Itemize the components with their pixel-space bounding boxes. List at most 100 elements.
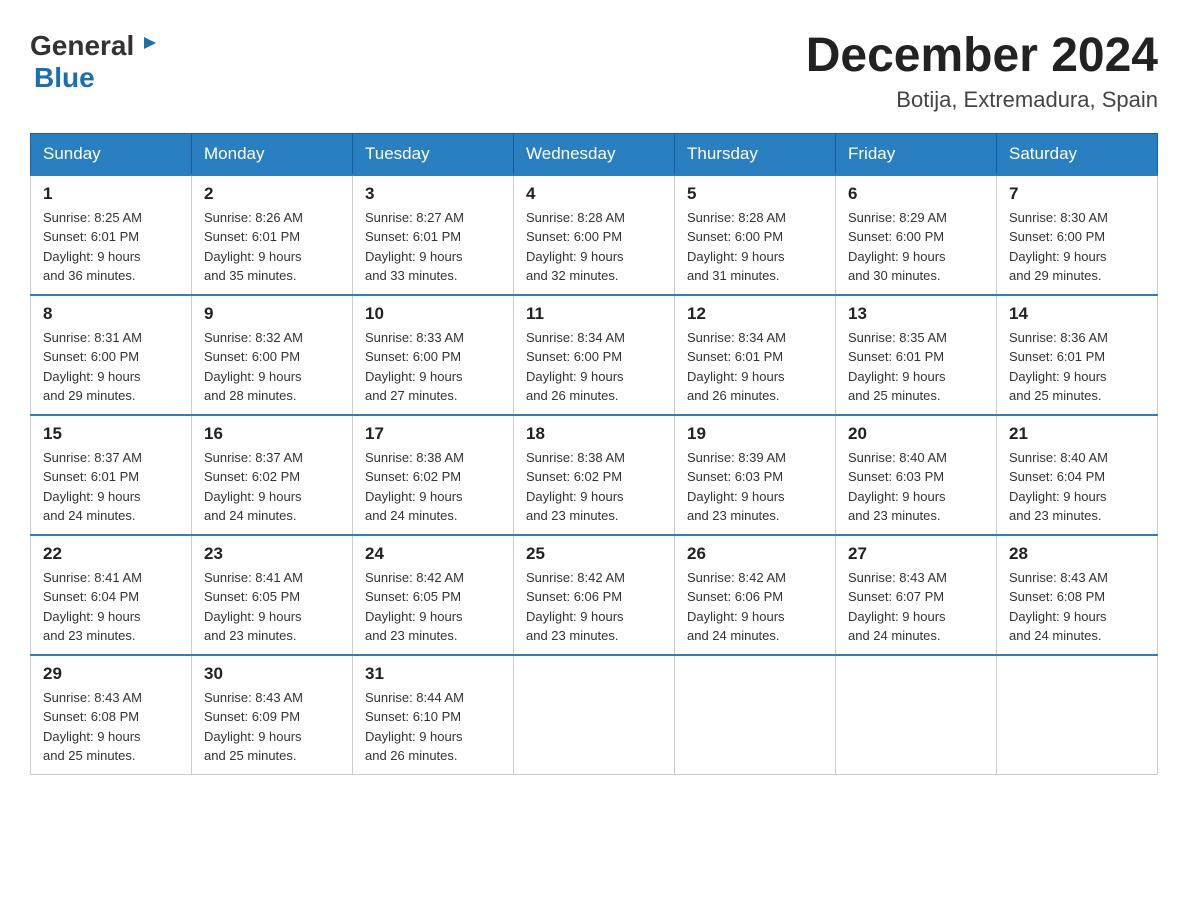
table-row: 9 Sunrise: 8:32 AM Sunset: 6:00 PM Dayli… bbox=[192, 295, 353, 415]
day-number: 8 bbox=[43, 304, 179, 324]
day-info: Sunrise: 8:31 AM Sunset: 6:00 PM Dayligh… bbox=[43, 328, 179, 406]
day-number: 3 bbox=[365, 184, 501, 204]
col-thursday: Thursday bbox=[675, 133, 836, 175]
month-title: December 2024 bbox=[806, 30, 1158, 83]
day-info: Sunrise: 8:28 AM Sunset: 6:00 PM Dayligh… bbox=[687, 208, 823, 286]
day-number: 18 bbox=[526, 424, 662, 444]
day-number: 22 bbox=[43, 544, 179, 564]
day-info: Sunrise: 8:29 AM Sunset: 6:00 PM Dayligh… bbox=[848, 208, 984, 286]
day-info: Sunrise: 8:43 AM Sunset: 6:08 PM Dayligh… bbox=[1009, 568, 1145, 646]
day-info: Sunrise: 8:40 AM Sunset: 6:03 PM Dayligh… bbox=[848, 448, 984, 526]
table-row: 4 Sunrise: 8:28 AM Sunset: 6:00 PM Dayli… bbox=[514, 175, 675, 295]
logo-general: General bbox=[30, 30, 134, 62]
col-monday: Monday bbox=[192, 133, 353, 175]
logo: General Blue bbox=[30, 30, 158, 94]
day-number: 25 bbox=[526, 544, 662, 564]
day-info: Sunrise: 8:36 AM Sunset: 6:01 PM Dayligh… bbox=[1009, 328, 1145, 406]
table-row: 10 Sunrise: 8:33 AM Sunset: 6:00 PM Dayl… bbox=[353, 295, 514, 415]
day-number: 30 bbox=[204, 664, 340, 684]
table-row: 21 Sunrise: 8:40 AM Sunset: 6:04 PM Dayl… bbox=[997, 415, 1158, 535]
logo-blue: Blue bbox=[34, 62, 95, 93]
day-info: Sunrise: 8:27 AM Sunset: 6:01 PM Dayligh… bbox=[365, 208, 501, 286]
calendar-week-row: 29 Sunrise: 8:43 AM Sunset: 6:08 PM Dayl… bbox=[31, 655, 1158, 775]
calendar-table: Sunday Monday Tuesday Wednesday Thursday… bbox=[30, 133, 1158, 775]
table-row: 1 Sunrise: 8:25 AM Sunset: 6:01 PM Dayli… bbox=[31, 175, 192, 295]
table-row: 20 Sunrise: 8:40 AM Sunset: 6:03 PM Dayl… bbox=[836, 415, 997, 535]
table-row: 19 Sunrise: 8:39 AM Sunset: 6:03 PM Dayl… bbox=[675, 415, 836, 535]
table-row: 15 Sunrise: 8:37 AM Sunset: 6:01 PM Dayl… bbox=[31, 415, 192, 535]
day-info: Sunrise: 8:38 AM Sunset: 6:02 PM Dayligh… bbox=[365, 448, 501, 526]
day-number: 21 bbox=[1009, 424, 1145, 444]
day-info: Sunrise: 8:42 AM Sunset: 6:06 PM Dayligh… bbox=[526, 568, 662, 646]
col-sunday: Sunday bbox=[31, 133, 192, 175]
table-row: 26 Sunrise: 8:42 AM Sunset: 6:06 PM Dayl… bbox=[675, 535, 836, 655]
day-number: 14 bbox=[1009, 304, 1145, 324]
day-number: 20 bbox=[848, 424, 984, 444]
logo-arrow-icon bbox=[136, 33, 158, 55]
table-row: 25 Sunrise: 8:42 AM Sunset: 6:06 PM Dayl… bbox=[514, 535, 675, 655]
day-info: Sunrise: 8:39 AM Sunset: 6:03 PM Dayligh… bbox=[687, 448, 823, 526]
day-info: Sunrise: 8:41 AM Sunset: 6:04 PM Dayligh… bbox=[43, 568, 179, 646]
day-info: Sunrise: 8:42 AM Sunset: 6:05 PM Dayligh… bbox=[365, 568, 501, 646]
day-number: 10 bbox=[365, 304, 501, 324]
day-info: Sunrise: 8:37 AM Sunset: 6:01 PM Dayligh… bbox=[43, 448, 179, 526]
day-number: 6 bbox=[848, 184, 984, 204]
day-info: Sunrise: 8:38 AM Sunset: 6:02 PM Dayligh… bbox=[526, 448, 662, 526]
table-row: 13 Sunrise: 8:35 AM Sunset: 6:01 PM Dayl… bbox=[836, 295, 997, 415]
day-info: Sunrise: 8:34 AM Sunset: 6:01 PM Dayligh… bbox=[687, 328, 823, 406]
day-info: Sunrise: 8:43 AM Sunset: 6:07 PM Dayligh… bbox=[848, 568, 984, 646]
table-row: 12 Sunrise: 8:34 AM Sunset: 6:01 PM Dayl… bbox=[675, 295, 836, 415]
day-number: 27 bbox=[848, 544, 984, 564]
table-row: 31 Sunrise: 8:44 AM Sunset: 6:10 PM Dayl… bbox=[353, 655, 514, 775]
calendar-header-row: Sunday Monday Tuesday Wednesday Thursday… bbox=[31, 133, 1158, 175]
day-number: 13 bbox=[848, 304, 984, 324]
calendar-week-row: 1 Sunrise: 8:25 AM Sunset: 6:01 PM Dayli… bbox=[31, 175, 1158, 295]
location-title: Botija, Extremadura, Spain bbox=[806, 87, 1158, 113]
col-wednesday: Wednesday bbox=[514, 133, 675, 175]
day-info: Sunrise: 8:37 AM Sunset: 6:02 PM Dayligh… bbox=[204, 448, 340, 526]
day-info: Sunrise: 8:41 AM Sunset: 6:05 PM Dayligh… bbox=[204, 568, 340, 646]
day-number: 7 bbox=[1009, 184, 1145, 204]
day-number: 16 bbox=[204, 424, 340, 444]
day-info: Sunrise: 8:44 AM Sunset: 6:10 PM Dayligh… bbox=[365, 688, 501, 766]
day-info: Sunrise: 8:28 AM Sunset: 6:00 PM Dayligh… bbox=[526, 208, 662, 286]
calendar-week-row: 22 Sunrise: 8:41 AM Sunset: 6:04 PM Dayl… bbox=[31, 535, 1158, 655]
title-block: December 2024 Botija, Extremadura, Spain bbox=[806, 30, 1158, 113]
day-info: Sunrise: 8:34 AM Sunset: 6:00 PM Dayligh… bbox=[526, 328, 662, 406]
table-row: 27 Sunrise: 8:43 AM Sunset: 6:07 PM Dayl… bbox=[836, 535, 997, 655]
day-info: Sunrise: 8:35 AM Sunset: 6:01 PM Dayligh… bbox=[848, 328, 984, 406]
col-friday: Friday bbox=[836, 133, 997, 175]
day-number: 28 bbox=[1009, 544, 1145, 564]
day-number: 19 bbox=[687, 424, 823, 444]
day-number: 12 bbox=[687, 304, 823, 324]
day-number: 2 bbox=[204, 184, 340, 204]
table-row: 24 Sunrise: 8:42 AM Sunset: 6:05 PM Dayl… bbox=[353, 535, 514, 655]
day-number: 31 bbox=[365, 664, 501, 684]
table-row bbox=[836, 655, 997, 775]
day-number: 17 bbox=[365, 424, 501, 444]
day-info: Sunrise: 8:26 AM Sunset: 6:01 PM Dayligh… bbox=[204, 208, 340, 286]
day-info: Sunrise: 8:43 AM Sunset: 6:09 PM Dayligh… bbox=[204, 688, 340, 766]
day-info: Sunrise: 8:43 AM Sunset: 6:08 PM Dayligh… bbox=[43, 688, 179, 766]
table-row: 22 Sunrise: 8:41 AM Sunset: 6:04 PM Dayl… bbox=[31, 535, 192, 655]
day-number: 11 bbox=[526, 304, 662, 324]
table-row: 30 Sunrise: 8:43 AM Sunset: 6:09 PM Dayl… bbox=[192, 655, 353, 775]
day-info: Sunrise: 8:32 AM Sunset: 6:00 PM Dayligh… bbox=[204, 328, 340, 406]
col-tuesday: Tuesday bbox=[353, 133, 514, 175]
table-row: 23 Sunrise: 8:41 AM Sunset: 6:05 PM Dayl… bbox=[192, 535, 353, 655]
table-row: 29 Sunrise: 8:43 AM Sunset: 6:08 PM Dayl… bbox=[31, 655, 192, 775]
col-saturday: Saturday bbox=[997, 133, 1158, 175]
table-row: 14 Sunrise: 8:36 AM Sunset: 6:01 PM Dayl… bbox=[997, 295, 1158, 415]
table-row: 17 Sunrise: 8:38 AM Sunset: 6:02 PM Dayl… bbox=[353, 415, 514, 535]
table-row: 28 Sunrise: 8:43 AM Sunset: 6:08 PM Dayl… bbox=[997, 535, 1158, 655]
day-info: Sunrise: 8:25 AM Sunset: 6:01 PM Dayligh… bbox=[43, 208, 179, 286]
calendar-week-row: 8 Sunrise: 8:31 AM Sunset: 6:00 PM Dayli… bbox=[31, 295, 1158, 415]
day-number: 1 bbox=[43, 184, 179, 204]
calendar-week-row: 15 Sunrise: 8:37 AM Sunset: 6:01 PM Dayl… bbox=[31, 415, 1158, 535]
table-row: 11 Sunrise: 8:34 AM Sunset: 6:00 PM Dayl… bbox=[514, 295, 675, 415]
day-number: 5 bbox=[687, 184, 823, 204]
table-row: 18 Sunrise: 8:38 AM Sunset: 6:02 PM Dayl… bbox=[514, 415, 675, 535]
page-header: General Blue December 2024 Botija, Extre… bbox=[30, 30, 1158, 113]
table-row: 3 Sunrise: 8:27 AM Sunset: 6:01 PM Dayli… bbox=[353, 175, 514, 295]
day-number: 4 bbox=[526, 184, 662, 204]
